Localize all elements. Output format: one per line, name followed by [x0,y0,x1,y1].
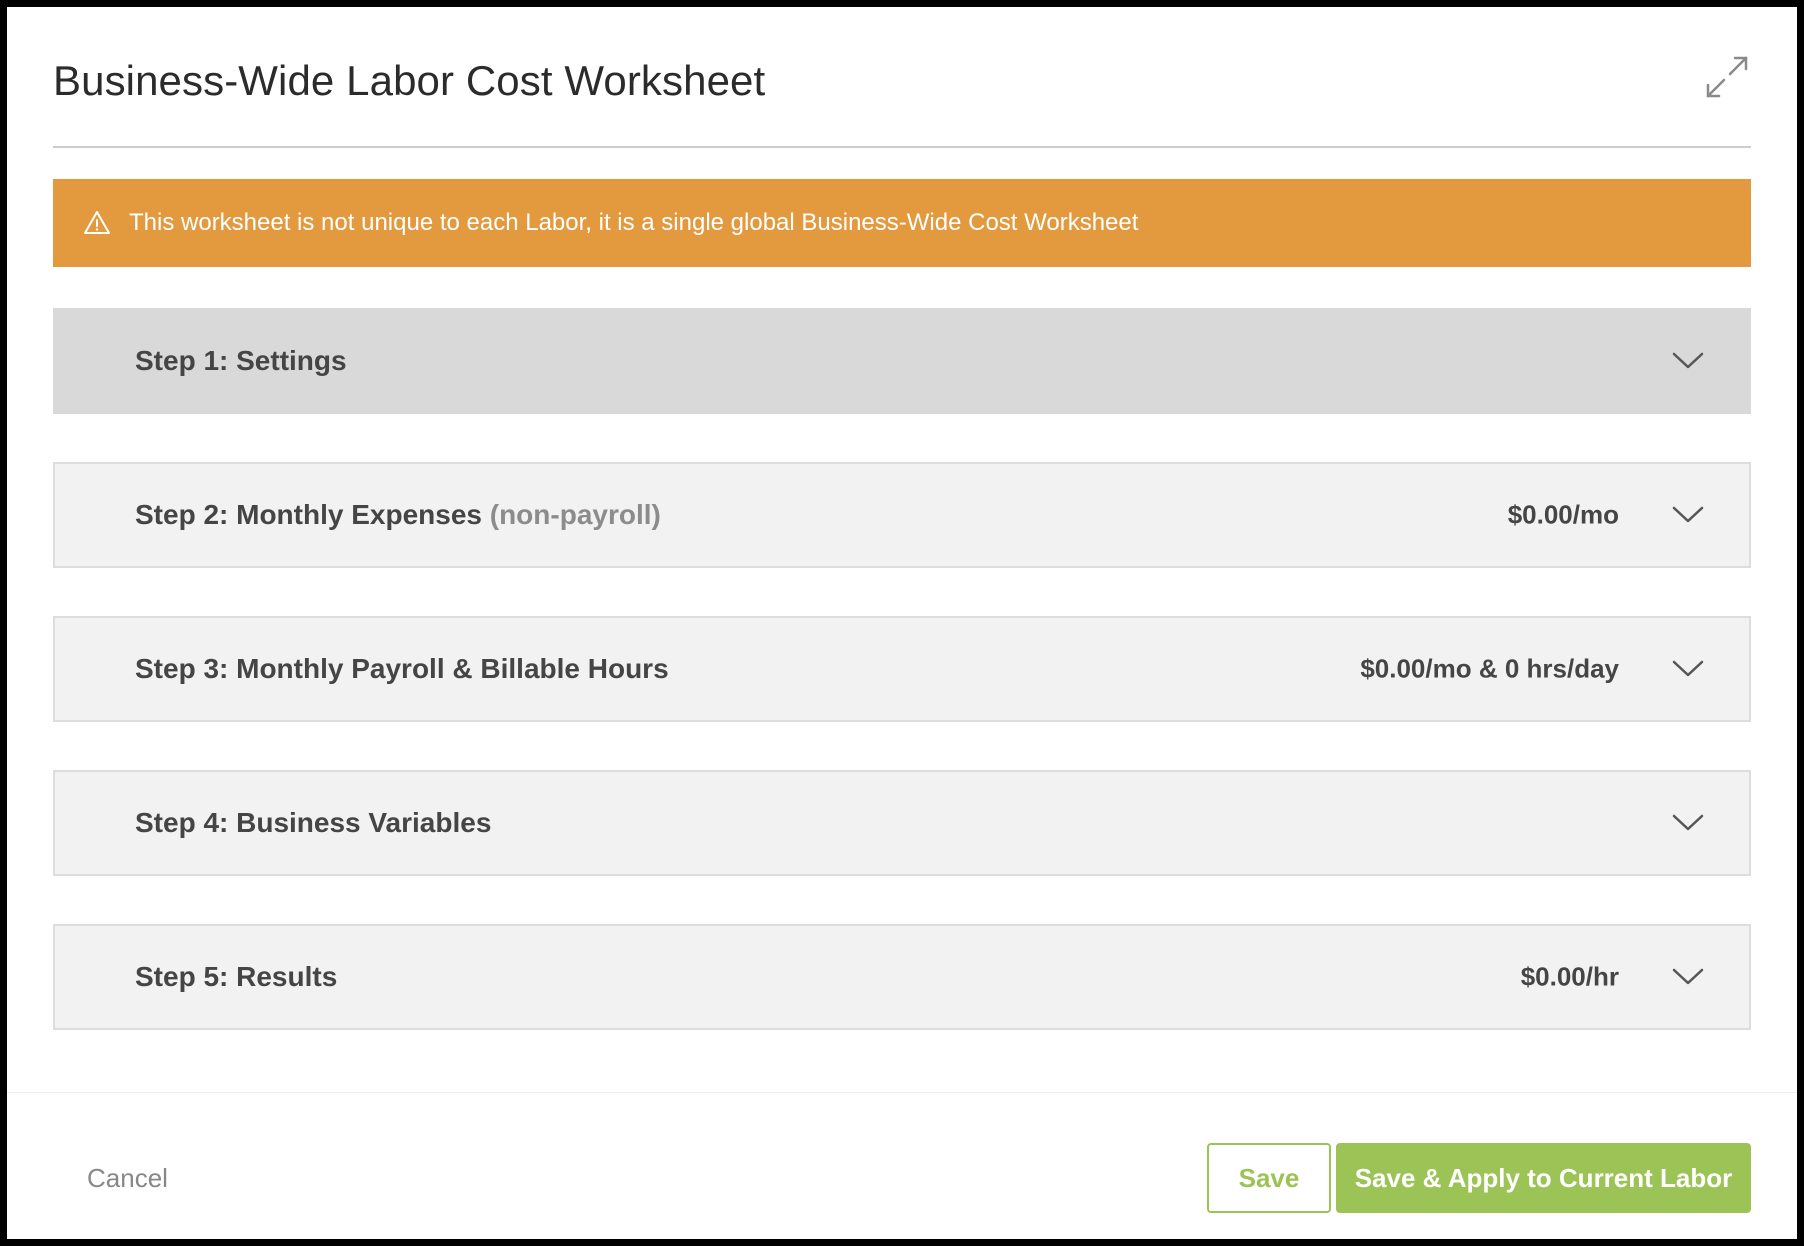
step-title: Step 5: Results [135,961,338,992]
chevron-down-icon [1672,506,1704,523]
cancel-button[interactable]: Cancel [87,1163,168,1194]
step-business-variables[interactable]: Step 4: Business Variables [53,770,1751,876]
chevron-down-icon [1672,968,1704,985]
warning-triangle-icon [84,211,110,234]
save-apply-button[interactable]: Save & Apply to Current Labor [1336,1143,1751,1213]
step-summary: $0.00/mo & 0 hrs/day [1360,653,1619,684]
modal-header: Business-Wide Labor Cost Worksheet [53,7,1751,148]
expand-arrows-icon [1706,56,1748,98]
modal-footer: Cancel Save Save & Apply to Current Labo… [7,1092,1797,1239]
chevron-down-icon [1672,352,1704,369]
step-results[interactable]: Step 5: Results $0.00/hr [53,924,1751,1030]
expand-button[interactable] [1703,53,1751,101]
step-title: Step 2: Monthly Expenses (non-payroll) [135,499,661,530]
chevron-down-icon [1672,660,1704,677]
chevron-down-icon [1672,814,1704,831]
step-settings[interactable]: Step 1: Settings [53,308,1751,414]
warning-text: This worksheet is not unique to each Lab… [129,209,1139,236]
save-button[interactable]: Save [1207,1143,1331,1213]
step-monthly-expenses[interactable]: Step 2: Monthly Expenses (non-payroll) $… [53,462,1751,568]
step-title: Step 4: Business Variables [135,807,492,838]
steps-accordion: Step 1: Settings Step 2: Monthly Expense… [53,308,1751,1078]
step-title: Step 3: Monthly Payroll & Billable Hours [135,653,669,684]
step-title: Step 1: Settings [135,345,347,376]
step-subtitle: (non-payroll) [489,499,661,530]
global-worksheet-warning: This worksheet is not unique to each Lab… [53,179,1751,267]
step-summary: $0.00/hr [1520,961,1619,992]
step-summary: $0.00/mo [1507,499,1619,530]
page-title: Business-Wide Labor Cost Worksheet [53,57,766,104]
step-monthly-payroll[interactable]: Step 3: Monthly Payroll & Billable Hours… [53,616,1751,722]
worksheet-modal: Business-Wide Labor Cost Worksheet This … [7,7,1797,1239]
